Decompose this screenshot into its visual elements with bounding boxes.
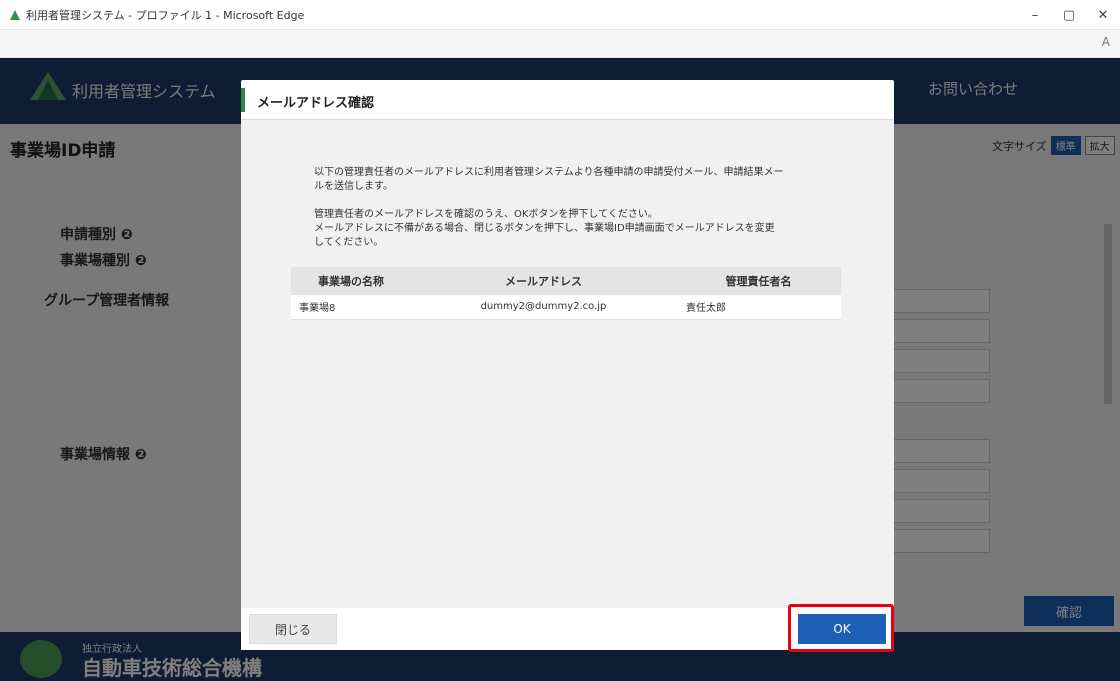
column-header: メールアドレス — [411, 267, 676, 295]
warning-text: メールアドレスに不備がある場合、閉じるボタンを押下し、事業場ID申請画面でメール… — [314, 223, 775, 248]
instruction-text: 管理責任者のメールアドレスを確認のうえ、OKボタンを押下してください。 — [314, 209, 658, 220]
site-name-cell: 事業場8 — [291, 295, 411, 320]
maximize-button[interactable]: ▢ — [1052, 0, 1086, 30]
column-header: 事業場の名称 — [291, 267, 411, 295]
table-row: 事業場8 dummy2@dummy2.co.jp 責任太郎 — [291, 295, 841, 320]
dialog-header: メールアドレス確認 — [241, 80, 894, 120]
dialog-title: メールアドレス確認 — [257, 96, 375, 111]
header-accent-bar — [241, 88, 245, 112]
email-cell: dummy2@dummy2.co.jp — [411, 295, 676, 320]
email-table: 事業場の名称 メールアドレス 管理責任者名 事業場8 dummy2@dummy2… — [291, 267, 841, 320]
read-aloud-icon[interactable]: A — [1102, 35, 1110, 49]
dialog-body: 以下の管理責任者のメールアドレスに利用者管理システムより各種申請の申請受付メール… — [241, 120, 894, 608]
email-confirm-dialog: メールアドレス確認 以下の管理責任者のメールアドレスに利用者管理システムより各種… — [241, 80, 894, 650]
close-button[interactable]: 閉じる — [249, 614, 337, 644]
notice-text: 以下の管理責任者のメールアドレスに利用者管理システムより各種申請の申請受付メール… — [314, 167, 784, 192]
close-window-button[interactable]: ✕ — [1086, 0, 1120, 30]
column-header: 管理責任者名 — [676, 267, 841, 295]
window-title: 利用者管理システム - プロファイル 1 - Microsoft Edge — [26, 8, 305, 22]
minimize-button[interactable]: – — [1018, 0, 1052, 30]
browser-titlebar: 利用者管理システム - プロファイル 1 - Microsoft Edge – … — [0, 0, 1120, 30]
manager-name-cell: 責任太郎 — [676, 295, 841, 320]
ok-button-highlight — [788, 604, 894, 652]
app-logo-icon — [10, 9, 20, 20]
browser-toolbar: A — [0, 30, 1120, 58]
